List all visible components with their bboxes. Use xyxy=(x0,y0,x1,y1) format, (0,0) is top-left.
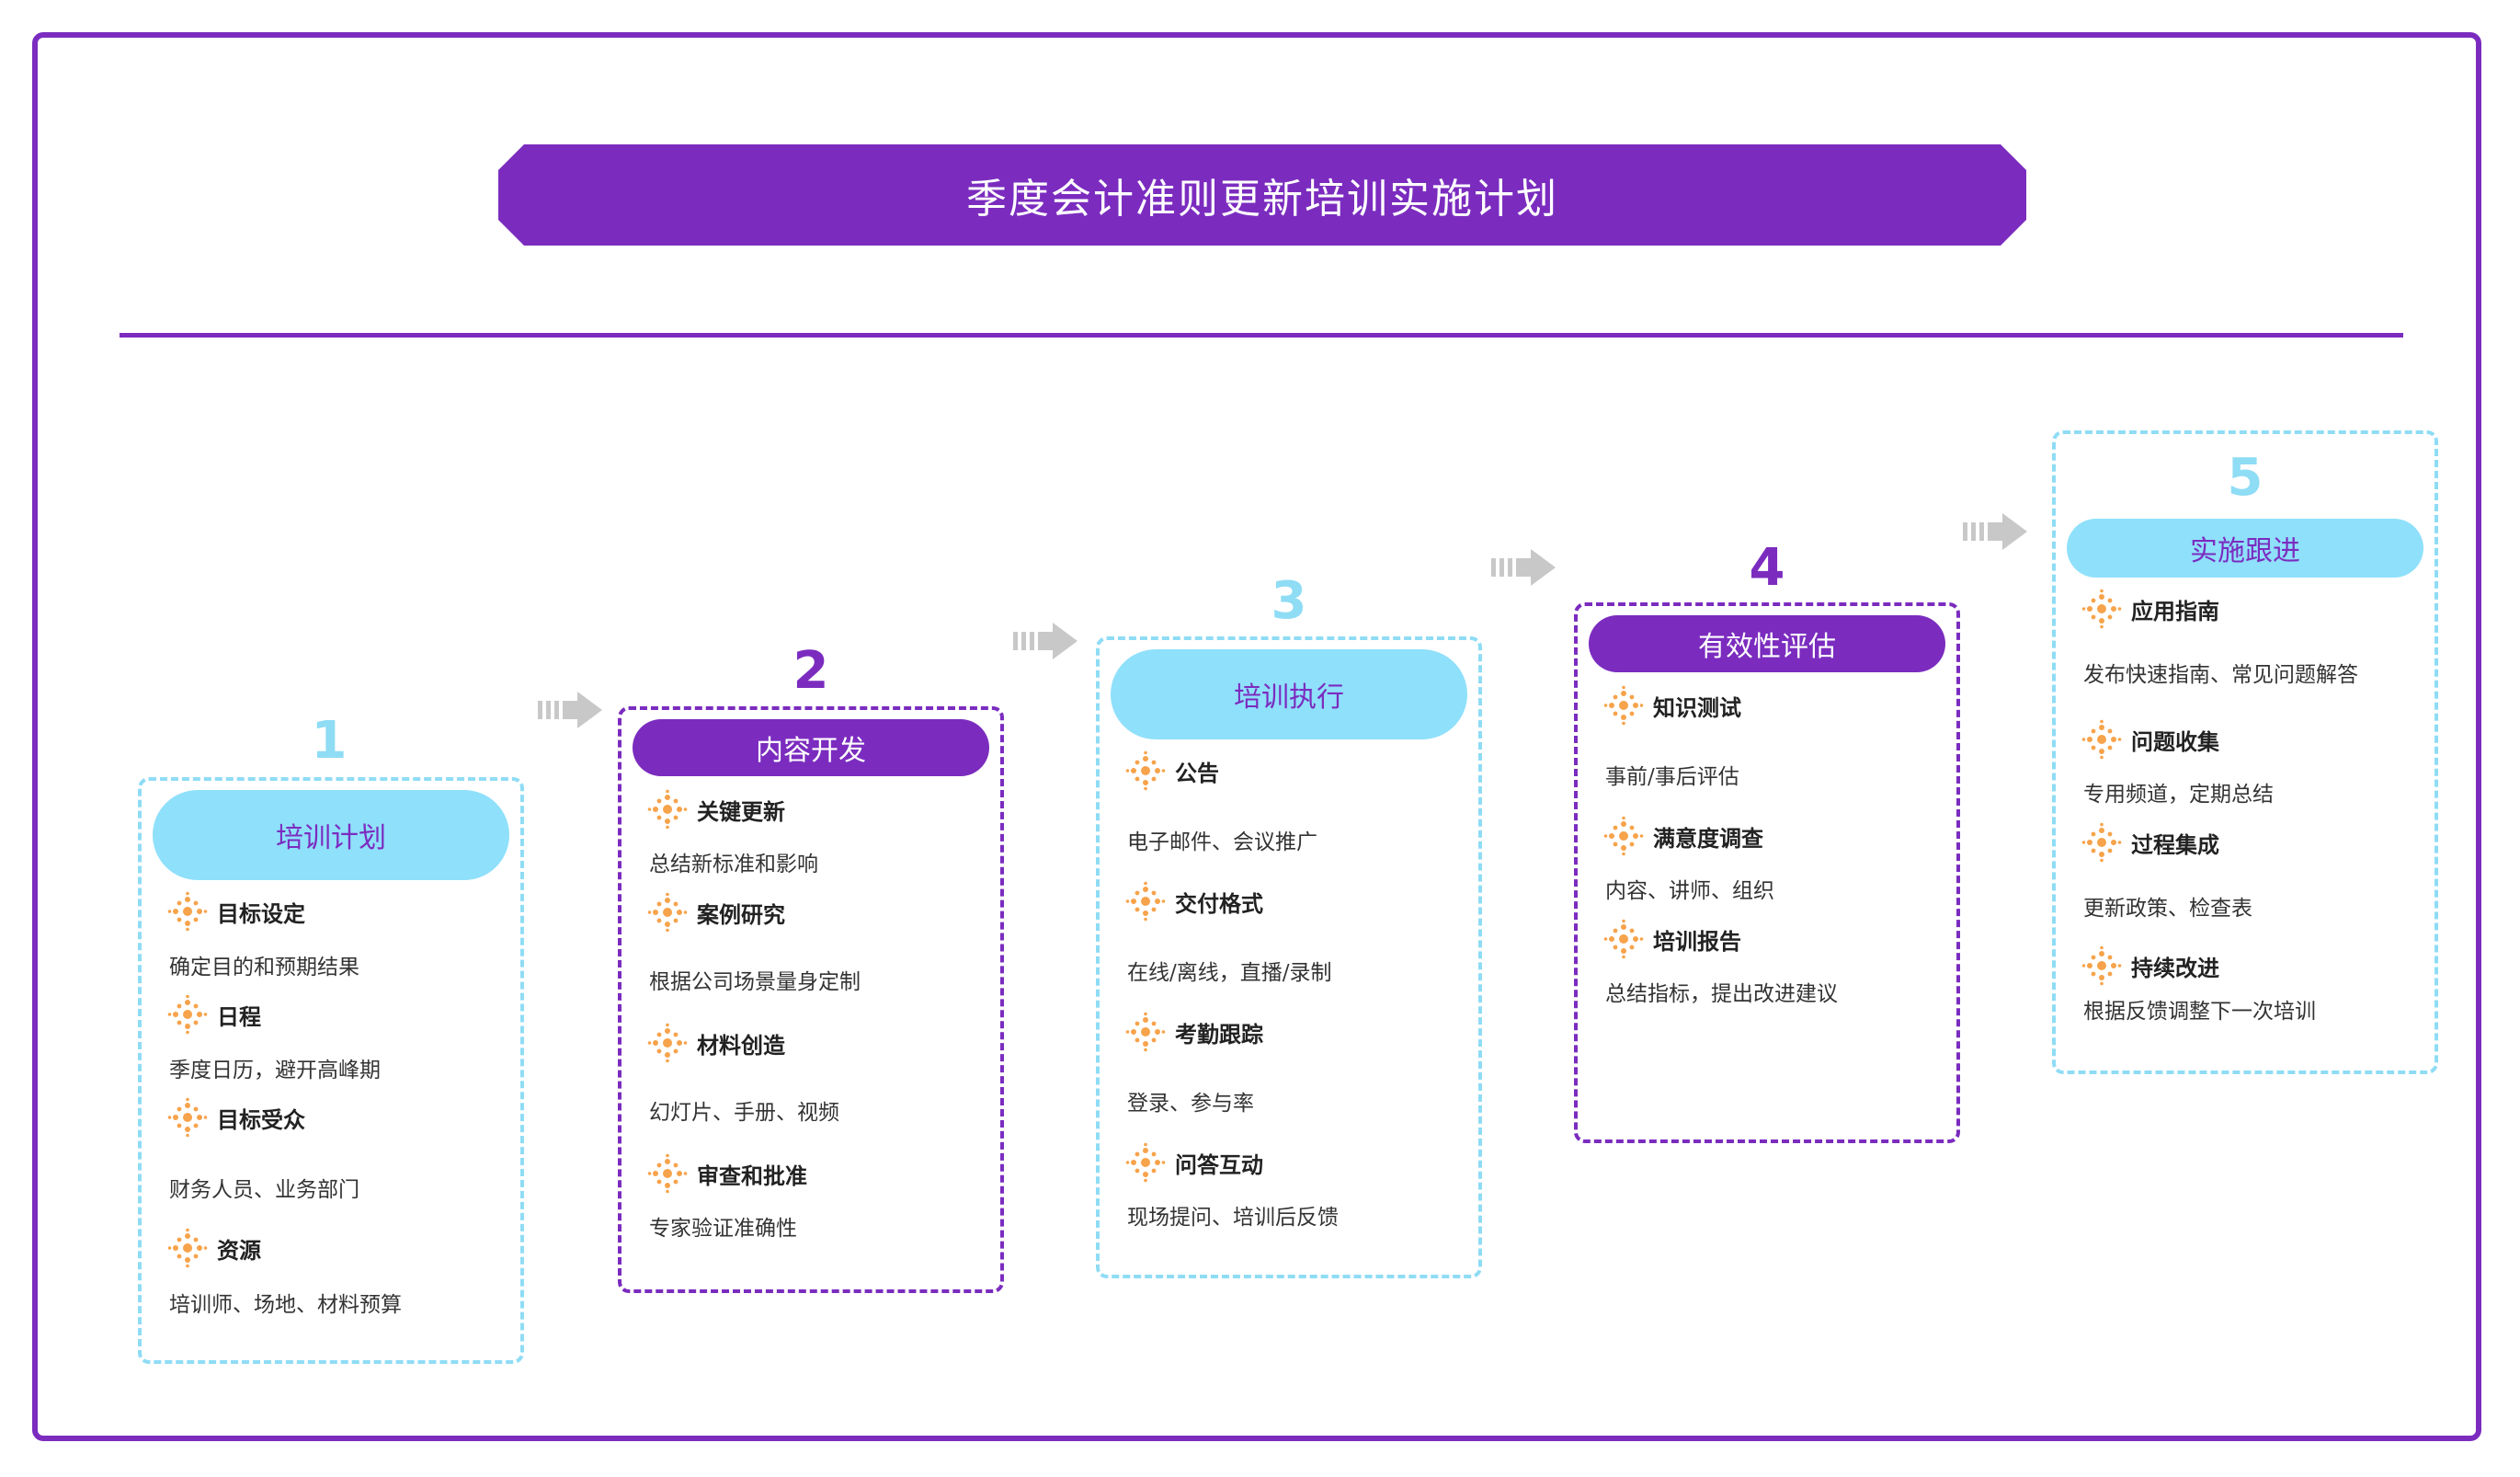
item-title: 资源 xyxy=(217,1236,261,1264)
title-banner: 季度会计准则更新培训实施计划 xyxy=(498,144,2026,246)
step-title-pill: 实施跟进 xyxy=(2067,519,2423,578)
sparkle-icon xyxy=(2081,822,2122,863)
item-title: 应用指南 xyxy=(2131,597,2219,624)
sparkle-icon xyxy=(1125,1142,1166,1183)
item-attendance-tracking: 考勤跟踪 xyxy=(1125,1012,1263,1052)
sparkle-icon xyxy=(167,891,208,932)
arrow-right-icon xyxy=(538,692,602,728)
sparkle-icon xyxy=(647,1023,688,1063)
item-title: 知识测试 xyxy=(1653,693,1741,721)
item-description: 总结新标准和影响 xyxy=(649,853,818,876)
sparkle-icon xyxy=(1125,881,1166,922)
step-title-pill: 培训执行 xyxy=(1111,649,1467,739)
item-title: 案例研究 xyxy=(697,900,785,928)
step-number-2: 2 xyxy=(792,641,829,701)
step-card-training-plan: 培训计划 目标设定 确定目的和预期结果 日程 季度日历，避开高峰期 目标受众 财… xyxy=(138,777,524,1364)
item-title: 培训报告 xyxy=(1653,927,1741,955)
step-number-1: 1 xyxy=(311,711,348,771)
item-description: 幻灯片、手册、视频 xyxy=(649,1101,839,1125)
arrow-right-icon xyxy=(1491,549,1556,586)
item-issue-collection: 问题收集 xyxy=(2081,719,2219,760)
item-title: 目标设定 xyxy=(217,899,305,927)
item-description: 确定目的和预期结果 xyxy=(169,956,359,979)
item-announcement: 公告 xyxy=(1125,750,1219,791)
page-title: 季度会计准则更新培训实施计划 xyxy=(966,176,1558,223)
item-qa-interaction: 问答互动 xyxy=(1125,1142,1263,1183)
item-description: 更新政策、检查表 xyxy=(2083,897,2252,921)
item-description: 财务人员、业务部门 xyxy=(169,1178,359,1202)
step-card-content-development: 内容开发 关键更新 总结新标准和影响 案例研究 根据公司场景量身定制 材料创造 … xyxy=(618,706,1004,1293)
item-description: 在线/离线，直播/录制 xyxy=(1127,961,1332,985)
sparkle-icon xyxy=(647,789,688,830)
item-training-report: 培训报告 xyxy=(1603,919,1741,959)
item-title: 公告 xyxy=(1175,759,1219,786)
sparkle-icon xyxy=(647,892,688,933)
title-divider xyxy=(120,333,2403,338)
item-key-updates: 关键更新 xyxy=(647,789,785,830)
sparkle-icon xyxy=(2081,719,2122,760)
sparkle-icon xyxy=(647,1153,688,1194)
item-goal-setting: 目标设定 xyxy=(167,891,305,932)
item-case-studies: 案例研究 xyxy=(647,892,785,933)
item-description: 发布快速指南、常见问题解答 xyxy=(2083,663,2358,687)
item-title: 审查和批准 xyxy=(697,1162,807,1189)
arrow-right-icon xyxy=(1963,513,2027,550)
item-resources: 资源 xyxy=(167,1228,261,1268)
sparkle-icon xyxy=(1603,919,1644,959)
item-description: 电子邮件、会议推广 xyxy=(1127,830,1317,854)
sparkle-icon xyxy=(1603,685,1644,726)
item-title: 满意度调查 xyxy=(1653,824,1763,852)
item-knowledge-test: 知识测试 xyxy=(1603,685,1741,726)
item-material-creation: 材料创造 xyxy=(647,1023,785,1063)
item-description: 季度日历，避开高峰期 xyxy=(169,1059,381,1082)
item-description: 事前/事后评估 xyxy=(1605,765,1739,789)
item-title: 材料创造 xyxy=(697,1031,785,1059)
item-review-approval: 审查和批准 xyxy=(647,1153,807,1194)
arrow-right-icon xyxy=(1013,623,1078,659)
item-description: 根据公司场景量身定制 xyxy=(649,970,861,994)
item-description: 内容、讲师、组织 xyxy=(1605,879,1774,903)
item-target-audience: 目标受众 xyxy=(167,1097,305,1138)
item-description: 总结指标，提出改进建议 xyxy=(1605,982,1838,1006)
step-number-3: 3 xyxy=(1271,571,1307,631)
sparkle-icon xyxy=(1125,750,1166,791)
item-title: 目标受众 xyxy=(217,1105,305,1133)
item-description: 根据反馈调整下一次培训 xyxy=(2083,1000,2316,1024)
item-title: 交付格式 xyxy=(1175,889,1263,917)
item-schedule: 日程 xyxy=(167,994,261,1035)
item-description: 专家验证准确性 xyxy=(649,1217,797,1241)
item-title: 问题收集 xyxy=(2131,727,2219,755)
item-description: 现场提问、培训后反馈 xyxy=(1127,1206,1339,1230)
sparkle-icon xyxy=(1603,816,1644,856)
item-title: 日程 xyxy=(217,1002,261,1030)
sparkle-icon xyxy=(167,1097,208,1138)
item-description: 专用频道，定期总结 xyxy=(2083,783,2274,807)
step-title-pill: 内容开发 xyxy=(633,719,989,776)
item-delivery-format: 交付格式 xyxy=(1125,881,1263,922)
item-continuous-improvement: 持续改进 xyxy=(2081,945,2219,986)
item-application-guide: 应用指南 xyxy=(2081,589,2219,629)
sparkle-icon xyxy=(167,994,208,1035)
item-title: 考勤跟踪 xyxy=(1175,1020,1263,1048)
step-number-4: 4 xyxy=(1749,538,1785,598)
item-satisfaction-survey: 满意度调查 xyxy=(1603,816,1763,856)
item-description: 培训师、场地、材料预算 xyxy=(169,1293,402,1317)
sparkle-icon xyxy=(1125,1012,1166,1052)
sparkle-icon xyxy=(2081,945,2122,986)
step-card-implementation-followup: 实施跟进 应用指南 发布快速指南、常见问题解答 问题收集 专用频道，定期总结 过… xyxy=(2052,430,2438,1074)
item-process-integration: 过程集成 xyxy=(2081,822,2219,863)
item-description: 登录、参与率 xyxy=(1127,1092,1254,1116)
sparkle-icon xyxy=(167,1228,208,1268)
sparkle-icon xyxy=(2081,589,2122,629)
step-title-pill: 有效性评估 xyxy=(1589,615,1945,672)
step-title-pill: 培训计划 xyxy=(153,790,509,880)
item-title: 过程集成 xyxy=(2131,830,2219,858)
item-title: 持续改进 xyxy=(2131,954,2219,981)
step-card-effectiveness-evaluation: 有效性评估 知识测试 事前/事后评估 满意度调查 内容、讲师、组织 培训报告 总… xyxy=(1574,602,1960,1143)
step-card-training-execution: 培训执行 公告 电子邮件、会议推广 交付格式 在线/离线，直播/录制 考勤跟踪 … xyxy=(1096,636,1482,1278)
item-title: 问答互动 xyxy=(1175,1151,1263,1178)
item-title: 关键更新 xyxy=(697,797,785,825)
